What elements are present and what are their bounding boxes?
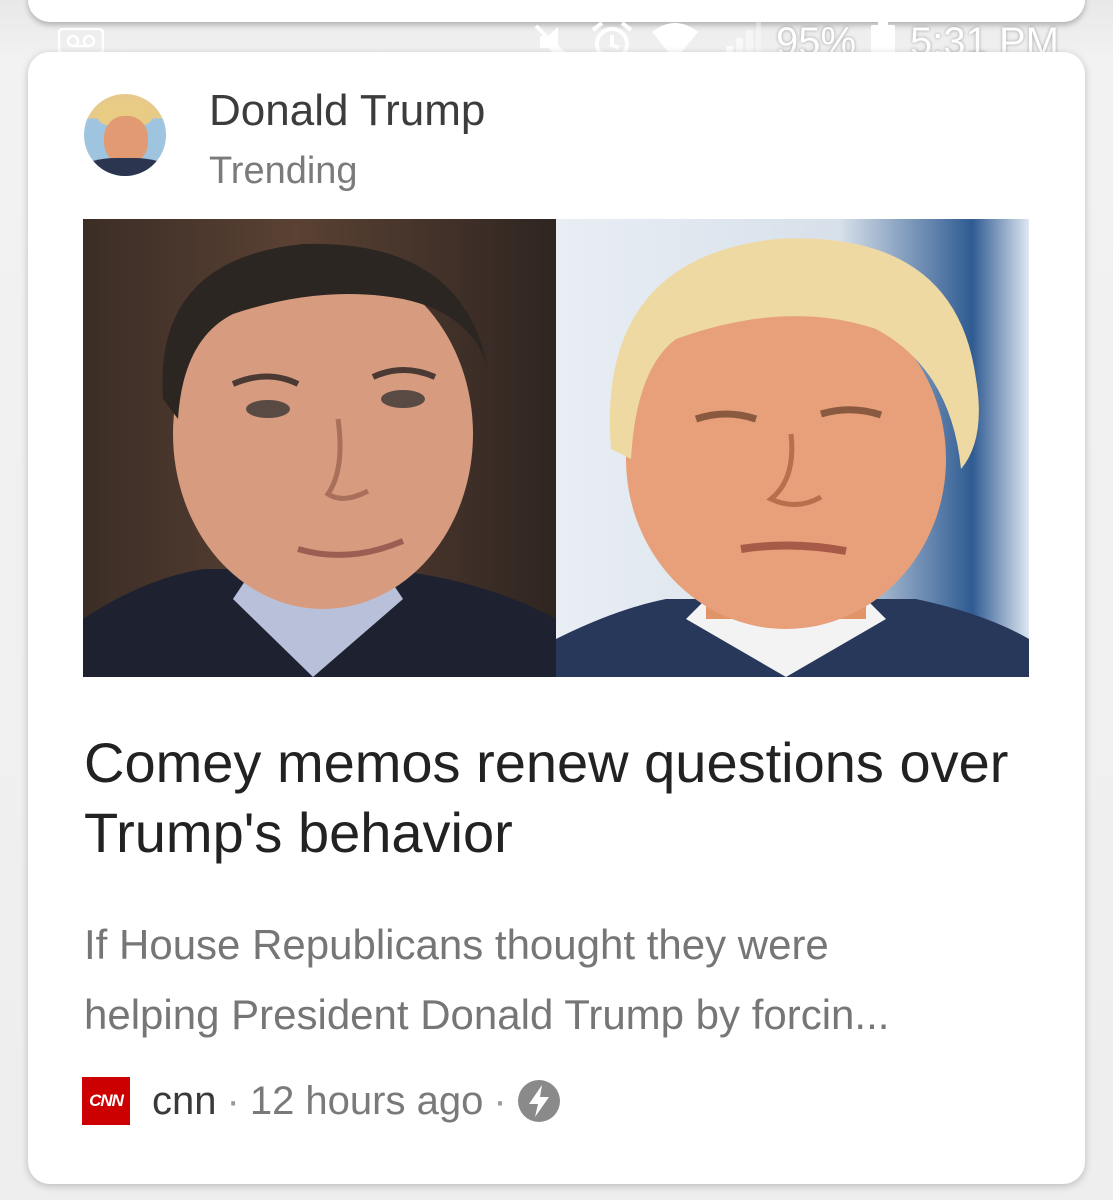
article-snippet-line-2: helping President Donald Trump by forcin… (84, 991, 890, 1038)
cnn-logo-icon: CNN (82, 1077, 130, 1125)
meta-separator: · (493, 1078, 507, 1123)
source-name[interactable]: cnn (152, 1079, 217, 1124)
article-snippet: If House Republicans thought they were h… (84, 910, 1044, 1050)
meta-separator: · (226, 1078, 240, 1123)
topic-title[interactable]: Donald Trump (209, 86, 485, 136)
article-image[interactable] (83, 219, 1029, 677)
topic-subtitle: Trending (209, 150, 358, 192)
article-meta: CNN cnn · 12 hours ago · (82, 1076, 561, 1126)
article-snippet-line-1: If House Republicans thought they were (84, 921, 829, 968)
news-card[interactable]: Donald Trump Trending Comey memos renew … (28, 52, 1085, 1184)
article-image-right-portrait (556, 219, 1029, 677)
time-ago: 12 hours ago (249, 1078, 484, 1123)
voicemail-icon (58, 28, 104, 54)
topic-avatar (84, 94, 166, 176)
screen: 95% 5:31 PM Donald Trump Trending Comey … (0, 0, 1113, 1200)
article-headline[interactable]: Comey memos renew questions over Trump's… (84, 728, 1044, 868)
lightning-bolt-icon (517, 1079, 561, 1123)
article-image-left-portrait (83, 219, 556, 677)
